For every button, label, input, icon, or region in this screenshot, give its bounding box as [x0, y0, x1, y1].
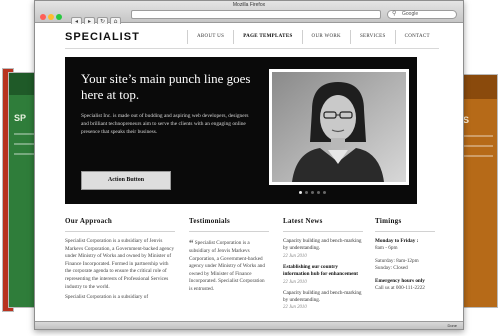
minimize-window-button[interactable]	[48, 14, 54, 20]
testimonial-text: Specialist Corporation is a subsidiary o…	[189, 240, 265, 292]
news-title[interactable]: Establishing our country information hub…	[283, 264, 363, 279]
address-bar[interactable]	[131, 10, 381, 19]
our-approach-heading: Our Approach	[65, 217, 175, 232]
status-text: Done	[447, 323, 457, 328]
timing-label: Emergency hours only	[375, 277, 425, 284]
close-window-button[interactable]	[40, 14, 46, 20]
latest-news-heading: Latest News	[283, 217, 363, 232]
nav-item-services[interactable]: SERVICES	[349, 30, 395, 44]
news-date: 22 Jun 2010	[283, 279, 307, 285]
our-approach-text: Specialist Corporation is a subsidiary o…	[65, 238, 175, 290]
window-controls	[40, 7, 64, 25]
hero-banner: Your site’s main punch line goes here at…	[65, 57, 417, 204]
site-logo[interactable]: SPECIALIST	[65, 31, 140, 43]
header-divider	[65, 48, 439, 49]
window-title: Mozilla Firefox	[232, 2, 266, 8]
slider-pagination	[299, 191, 329, 194]
background-window-text-line	[463, 135, 493, 137]
background-window-caption: SP	[14, 113, 27, 123]
timings-section: Timings Monday to Friday : 8am - 6pm Sat…	[375, 217, 435, 297]
page-viewport: SPECIALIST ABOUT US PAGE TEMPLATES OUR W…	[35, 24, 463, 321]
nav-item-page-templates[interactable]: PAGE TEMPLATES	[233, 30, 301, 44]
action-button[interactable]: Action Button	[81, 171, 171, 190]
search-icon: ⚲	[392, 11, 397, 17]
slide-dot[interactable]	[317, 191, 320, 194]
browser-window: Mozilla Firefox ◂ ▸ ↻ ⌂ ⚲ Google SPECIALIST…	[34, 0, 464, 330]
nav-item-our-work[interactable]: OUR WORK	[301, 30, 350, 44]
our-approach-section: Our Approach Specialist Corporation is a…	[65, 217, 175, 302]
nav-item-contact[interactable]: CONTACT	[394, 30, 439, 44]
timing-row: Saturday: 8am-12pm Sunday: Closed	[375, 258, 435, 273]
testimonials-section: Testimonials “ Specialist Corporation is…	[189, 217, 269, 294]
browser-titlebar: Mozilla Firefox ◂ ▸ ↻ ⌂ ⚲ Google	[35, 1, 463, 26]
timing-row: Monday to Friday : 8am - 6pm	[375, 238, 435, 253]
search-engine-label: Google	[402, 11, 419, 17]
timing-value: 8am - 6pm	[375, 245, 398, 252]
timings-heading: Timings	[375, 217, 435, 232]
slide-dot[interactable]	[323, 191, 326, 194]
news-item[interactable]: Capacity building and bench-marking by u…	[283, 238, 363, 260]
zoom-window-button[interactable]	[56, 14, 62, 20]
latest-news-section: Latest News Capacity building and bench-…	[283, 217, 363, 315]
main-navigation: ABOUT US PAGE TEMPLATES OUR WORK SERVICE…	[187, 30, 439, 44]
timing-row: Emergency hours only Call us at 000-111-…	[375, 278, 435, 293]
slide-dot[interactable]	[305, 191, 308, 194]
our-approach-text-2: Specialist Corporation is a subsidiary o…	[65, 294, 149, 301]
news-title[interactable]: Capacity building and bench-marking by u…	[283, 238, 363, 253]
hero-description: Specialist Inc. is made out of budding a…	[81, 113, 249, 136]
woman-portrait-image	[272, 72, 406, 182]
hero-punch-line: Your site’s main punch line goes here at…	[81, 71, 251, 102]
browser-statusbar: Done	[35, 321, 463, 329]
timing-label: Monday to Friday :	[375, 238, 419, 244]
background-window-text-line	[463, 155, 493, 157]
news-title[interactable]: Capacity building and bench-marking by u…	[283, 290, 363, 305]
news-item[interactable]: Capacity building and bench-marking by u…	[283, 290, 363, 312]
search-input[interactable]: ⚲ Google	[387, 10, 457, 19]
news-date: 22 Jun 2010	[283, 253, 307, 259]
news-item[interactable]: Establishing our country information hub…	[283, 264, 363, 286]
background-window-text-line	[463, 145, 493, 147]
nav-item-about-us[interactable]: ABOUT US	[187, 30, 233, 44]
testimonial-quote: “ Specialist Corporation is a subsidiary…	[189, 238, 269, 294]
timing-value: Call us at 000-111-2222	[375, 285, 425, 292]
timing-label: Saturday: 8am-12pm	[375, 257, 419, 264]
testimonials-heading: Testimonials	[189, 217, 269, 232]
slide-dot[interactable]	[299, 191, 302, 194]
quote-icon: “	[189, 238, 194, 248]
news-date: 22 Jun 2010	[283, 305, 307, 311]
hero-photo	[269, 69, 409, 185]
slide-dot[interactable]	[311, 191, 314, 194]
timing-value: Sunday: Closed	[375, 265, 408, 272]
